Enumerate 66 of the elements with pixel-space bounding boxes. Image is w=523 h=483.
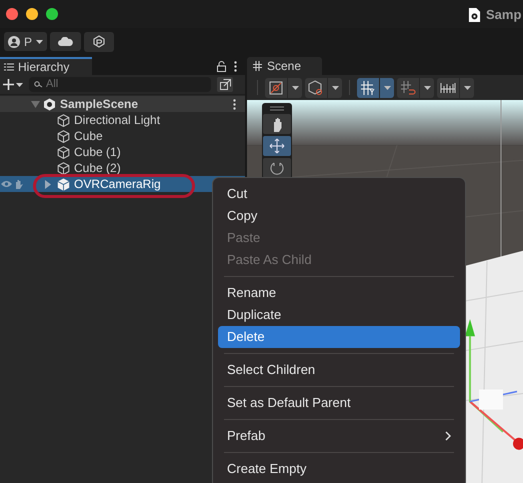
window-title: Samp xyxy=(486,6,522,24)
list-icon xyxy=(4,63,14,71)
menu-item[interactable]: Copy xyxy=(218,205,460,227)
menu-item[interactable]: Duplicate xyxy=(218,304,460,326)
chevron-right-icon xyxy=(445,431,451,441)
menu-item[interactable]: Delete xyxy=(218,326,460,348)
tree-item[interactable]: Cube xyxy=(0,128,245,144)
minimize-button[interactable] xyxy=(26,8,38,20)
menu-item[interactable]: Create Empty xyxy=(218,458,460,480)
more-options-icon[interactable] xyxy=(233,98,236,110)
caret-icon xyxy=(424,86,430,90)
snap-dropdown[interactable] xyxy=(397,78,434,98)
caret-icon xyxy=(332,86,338,90)
rotate-tool-button[interactable] xyxy=(263,158,291,178)
hand-tool-button[interactable] xyxy=(263,114,291,134)
draw-mode-dropdown[interactable] xyxy=(265,78,302,98)
menu-item[interactable]: Set as Default Parent xyxy=(218,392,460,414)
tree-item[interactable]: Directional Light xyxy=(0,112,245,128)
tree-item[interactable]: Cube (2) xyxy=(0,160,245,176)
grid-dropdown[interactable] xyxy=(357,78,394,98)
add-dropdown[interactable] xyxy=(3,79,23,90)
caret-icon xyxy=(384,86,390,90)
grid-icon xyxy=(360,80,376,96)
menu-item[interactable]: Rename xyxy=(218,282,460,304)
cube-icon xyxy=(57,162,70,174)
search-icon xyxy=(34,81,43,88)
collab-button[interactable] xyxy=(84,32,114,52)
move-icon xyxy=(269,138,285,154)
cube-icon xyxy=(57,130,70,142)
expand-window-icon xyxy=(220,79,230,90)
cube-icon xyxy=(57,146,70,158)
hand-icon[interactable] xyxy=(14,179,23,189)
caret-icon xyxy=(16,82,23,86)
scene-tab[interactable]: Scene xyxy=(247,57,322,75)
drag-handle-icon[interactable] xyxy=(270,106,284,112)
search-field[interactable]: All xyxy=(29,77,211,92)
hierarchy-tab[interactable]: Hierarchy xyxy=(0,57,92,75)
draw-mode-icon xyxy=(268,80,284,96)
expand-arrow-icon[interactable] xyxy=(45,180,51,188)
caret-icon xyxy=(464,86,470,90)
cloud-icon xyxy=(58,37,74,46)
cube-icon xyxy=(308,80,324,96)
scene-visibility-button[interactable] xyxy=(217,77,233,92)
grid-icon xyxy=(253,61,262,71)
close-button[interactable] xyxy=(6,8,18,20)
move-tool-button[interactable] xyxy=(263,136,291,156)
eye-icon[interactable] xyxy=(1,180,12,188)
lock-icon[interactable] xyxy=(217,60,226,72)
more-options-icon[interactable] xyxy=(234,60,237,72)
cloud-button[interactable] xyxy=(50,32,82,51)
tree-item[interactable]: SampleScene xyxy=(0,96,245,112)
cube-icon xyxy=(57,114,70,126)
camera-dropdown[interactable] xyxy=(305,78,342,98)
caret-icon xyxy=(292,86,298,90)
snap-grid-icon xyxy=(400,80,416,96)
menu-item[interactable]: Prefab xyxy=(218,425,460,447)
plus-icon xyxy=(3,79,14,90)
person-icon xyxy=(8,36,20,48)
menu-item[interactable]: Select Children xyxy=(218,359,460,381)
rotate-icon xyxy=(269,160,285,176)
tree-item[interactable]: Cube (1) xyxy=(0,144,245,160)
maximize-button[interactable] xyxy=(46,8,58,20)
caret-icon xyxy=(36,40,44,44)
account-dropdown[interactable]: P xyxy=(4,32,48,51)
increment-dropdown[interactable] xyxy=(437,78,474,98)
cube-icon xyxy=(57,178,70,190)
